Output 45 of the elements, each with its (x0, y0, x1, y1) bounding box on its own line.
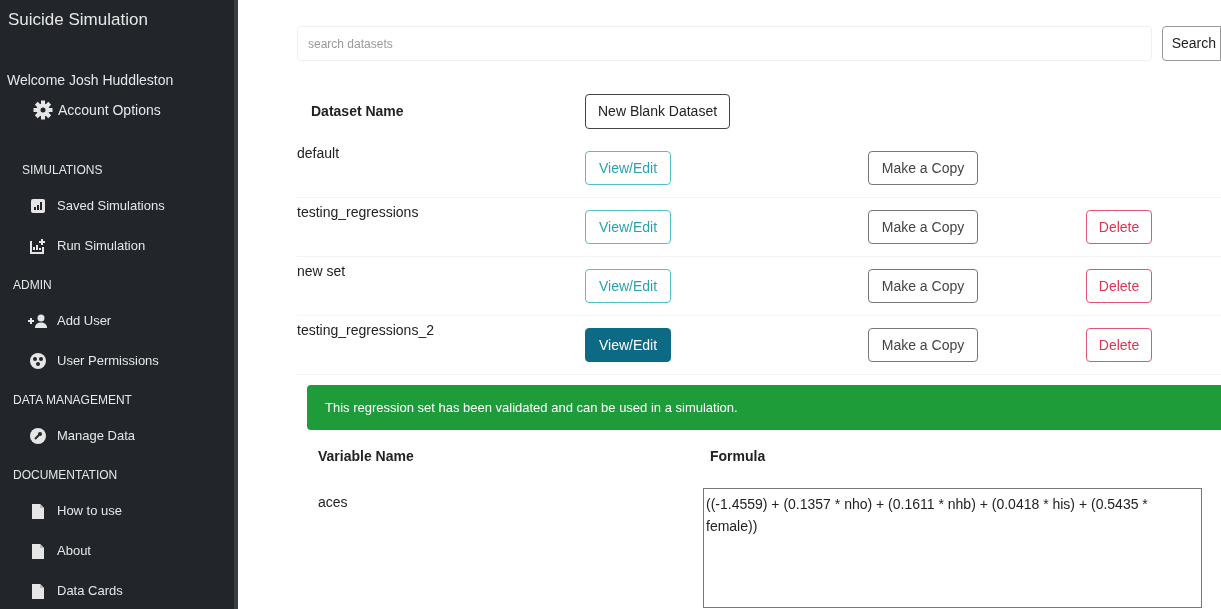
document-icon (32, 543, 44, 559)
account-options-link[interactable]: Account Options (33, 100, 161, 120)
copy-button[interactable]: Make a Copy (868, 151, 978, 185)
view-edit-button[interactable]: View/Edit (585, 328, 671, 362)
app-title: Suicide Simulation (7, 9, 149, 30)
column-header: Dataset Name (311, 103, 404, 119)
delete-button[interactable]: Delete (1086, 328, 1152, 362)
nav-item[interactable]: Run Simulation (27, 236, 146, 256)
settings-icon (33, 100, 53, 120)
section-heading: ADMIN (12, 277, 53, 294)
nav-item[interactable]: About (27, 541, 91, 561)
nav-item[interactable]: Manage Data (27, 426, 136, 446)
section-heading: DATA MANAGEMENT (12, 392, 133, 409)
success-alert: This regression set has been validated and can be used in a simulation. (307, 385, 1221, 430)
copy-button[interactable]: Make a Copy (868, 210, 978, 244)
welcome-text: Welcome Josh Huddleston (6, 71, 175, 90)
section-heading: SIMULATIONS (21, 162, 104, 179)
search-button[interactable]: Search (1161, 26, 1221, 61)
add-user-icon (28, 314, 48, 328)
wrench-icon (30, 428, 46, 444)
section-heading: DOCUMENTATION (12, 467, 119, 484)
nav-item[interactable]: User Permissions (27, 351, 159, 371)
new-dataset-button[interactable]: New Blank Dataset (585, 94, 731, 129)
delete-button[interactable]: Delete (1086, 210, 1152, 244)
nav-item[interactable]: Data Cards (27, 581, 123, 601)
dataset-name: testing_regressions (297, 204, 419, 220)
dataset-name: default (297, 145, 340, 161)
user-group-icon (30, 353, 46, 369)
dataset-name: new set (297, 263, 346, 279)
copy-button[interactable]: Make a Copy (868, 269, 978, 303)
dataset-name: testing_regressions_2 (297, 322, 434, 338)
delete-button[interactable]: Delete (1086, 269, 1152, 303)
document-icon (32, 503, 44, 519)
nav-item[interactable]: Saved Simulations (27, 196, 165, 216)
search-field[interactable]: search datasets (297, 26, 1152, 61)
chart-add-icon (30, 238, 46, 254)
column-header: Variable Name (318, 448, 414, 464)
variable-name: aces (318, 494, 348, 510)
nav-item[interactable]: How to use (27, 501, 123, 521)
formula-field[interactable]: ((-1.4559) + (0.1357 * nho) + (0.1611 * nhb) + (0.0418 * his) + (0.5435 * female)) (703, 488, 1202, 608)
column-header: Formula (710, 448, 766, 464)
copy-button[interactable]: Make a Copy (868, 328, 978, 362)
document-icon (32, 583, 44, 599)
chart-icon (31, 199, 45, 213)
nav-item[interactable]: Add User (27, 311, 112, 331)
